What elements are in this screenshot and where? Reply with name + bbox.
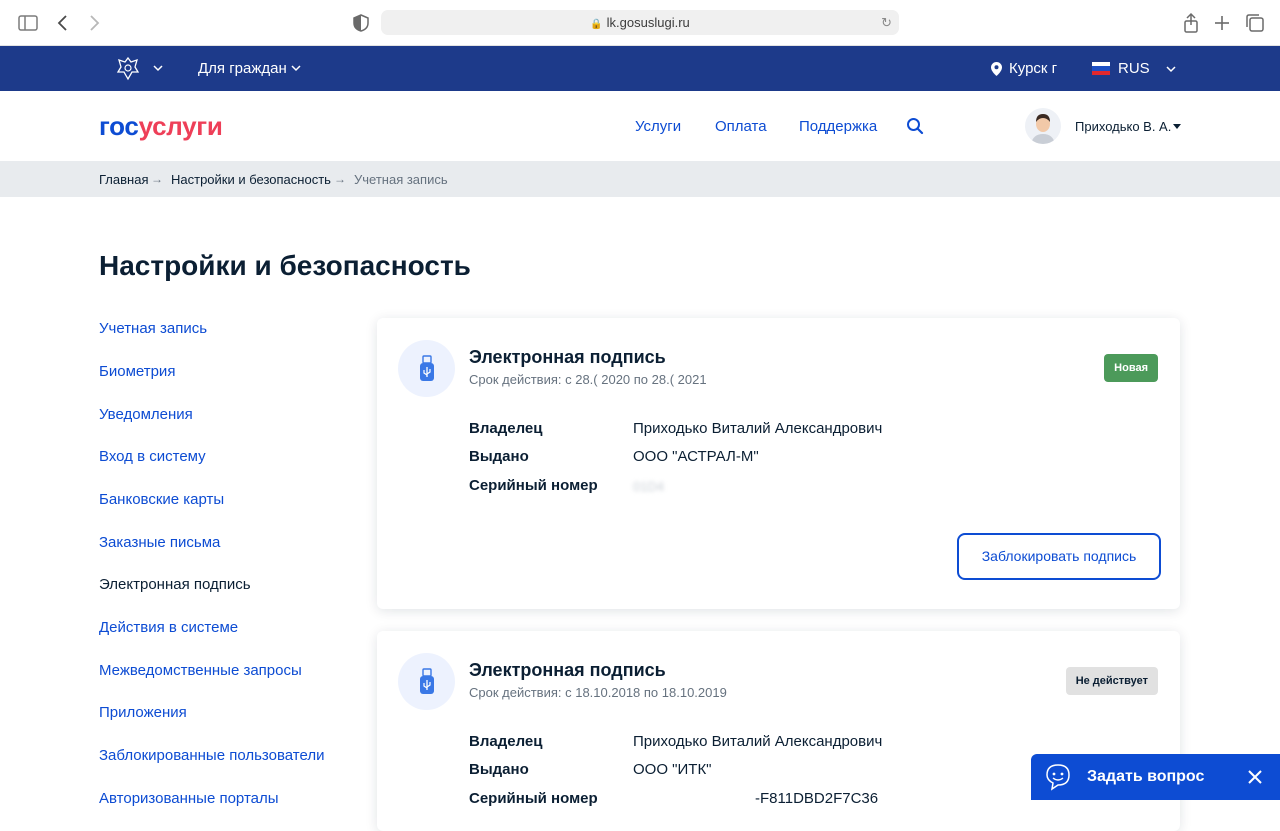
arrow-right-icon: → (334, 172, 346, 186)
assistant-icon (1046, 764, 1070, 791)
breadcrumb-settings[interactable]: Настройки и безопасность (171, 172, 331, 187)
serial-value: -F811DBD2F7C36 (755, 790, 879, 807)
share-icon[interactable] (1180, 12, 1202, 34)
side-item-bank-cards[interactable]: Банковские карты (99, 491, 224, 508)
privacy-shield-icon[interactable] (350, 12, 372, 34)
chevron-down-icon[interactable] (291, 63, 301, 73)
sidebar-toggle-icon[interactable] (17, 12, 39, 34)
chevron-down-icon (1166, 65, 1176, 72)
page-title: Настройки и безопасность (99, 250, 471, 281)
close-icon[interactable] (1246, 768, 1264, 786)
address-bar-url: lk.gosuslugi.ru (606, 15, 690, 30)
side-item-system-actions[interactable]: Действия в системе (99, 619, 238, 636)
new-tab-icon[interactable] (1211, 12, 1233, 34)
serial-value: 01D4 (633, 479, 665, 494)
browser-toolbar: 🔒 lk.gosuslugi.ru ↻ (0, 0, 1280, 46)
russian-flag-icon (1092, 62, 1110, 75)
usb-token-icon (398, 340, 455, 397)
coat-of-arms-icon[interactable] (114, 55, 142, 83)
side-item-login[interactable]: Вход в систему (99, 448, 206, 465)
serial-label: Серийный номер (469, 477, 598, 494)
chevron-down-icon[interactable] (153, 63, 163, 73)
ask-question-widget[interactable]: Задать вопрос (1031, 754, 1280, 800)
gosuslugi-logo[interactable]: госуслуги (99, 111, 223, 142)
forward-icon[interactable] (83, 12, 105, 34)
issuer-value: ООО "ИТК" (633, 761, 712, 778)
site-header: госуслуги Услуги Оплата Поддержка Приход… (0, 91, 1280, 161)
status-badge: Не действует (1065, 667, 1158, 695)
audience-selector[interactable]: Для граждан (198, 60, 287, 77)
status-badge: Новая (1104, 354, 1158, 382)
caret-down-icon[interactable] (1173, 124, 1181, 129)
side-item-interagency-requests[interactable]: Межведомственные запросы (99, 662, 302, 679)
side-item-registered-letters[interactable]: Заказные письма (99, 534, 220, 551)
owner-label: Владелец (469, 420, 543, 437)
nav-payment[interactable]: Оплата (715, 118, 767, 135)
block-signature-button[interactable]: Заблокировать подпись (957, 533, 1161, 580)
nav-services[interactable]: Услуги (635, 118, 681, 135)
breadcrumb-current: Учетная запись (354, 172, 448, 187)
usb-token-icon (398, 653, 455, 710)
arrow-right-icon: → (151, 172, 163, 186)
side-item-biometrics[interactable]: Биометрия (99, 363, 175, 380)
tabs-overview-icon[interactable] (1244, 12, 1266, 34)
address-bar[interactable]: 🔒 lk.gosuslugi.ru ↻ (381, 10, 899, 35)
avatar[interactable] (1025, 108, 1061, 144)
signature-card: Электронная подпись Срок действия: с 18.… (377, 631, 1180, 831)
signature-card: Электронная подпись Срок действия: с 28.… (377, 318, 1180, 609)
owner-value: Приходько Виталий Александрович (633, 733, 883, 750)
location-selector[interactable]: Курск г (991, 60, 1057, 77)
logo-part-gos: гос (99, 111, 139, 141)
side-item-authorized-portals[interactable]: Авторизованные порталы (99, 790, 279, 807)
nav-support[interactable]: Поддержка (799, 118, 877, 135)
back-icon[interactable] (52, 12, 74, 34)
side-item-e-signature[interactable]: Электронная подпись (99, 576, 251, 593)
location-label: Курск г (1009, 60, 1058, 77)
side-item-blocked-users[interactable]: Заблокированные пользователи (99, 747, 324, 764)
issuer-label: Выдано (469, 761, 529, 778)
audience-label: Для граждан (198, 60, 287, 77)
side-item-account[interactable]: Учетная запись (99, 320, 207, 337)
signature-validity: Срок действия: с 18.10.2018 по 18.10.201… (469, 685, 727, 700)
location-pin-icon (991, 61, 1002, 76)
search-icon[interactable] (906, 117, 924, 135)
serial-label: Серийный номер (469, 790, 598, 807)
user-avatar-icon (1031, 114, 1055, 144)
side-item-notifications[interactable]: Уведомления (99, 406, 193, 423)
lock-icon: 🔒 (590, 19, 603, 30)
owner-value: Приходько Виталий Александрович (633, 420, 883, 437)
signature-validity: Срок действия: с 28.( 2020 по 28.( 2021 (469, 372, 707, 387)
owner-label: Владелец (469, 733, 543, 750)
issuer-value: ООО "АСТРАЛ-М" (633, 448, 759, 465)
signature-title: Электронная подпись (469, 660, 666, 680)
logo-part-uslugi: услуги (138, 111, 223, 141)
language-label: RUS (1118, 60, 1150, 77)
ask-question-label: Задать вопрос (1087, 768, 1205, 785)
language-selector[interactable]: RUS (1092, 60, 1176, 77)
signature-title: Электронная подпись (469, 347, 666, 367)
user-name[interactable]: Приходько В. А. (1075, 119, 1171, 134)
side-item-applications[interactable]: Приложения (99, 704, 187, 721)
breadcrumb-home[interactable]: Главная (99, 172, 148, 187)
breadcrumb: Главная → Настройки и безопасность → Уче… (0, 161, 1280, 197)
top-bar: Для граждан Курск г RUS (0, 46, 1280, 91)
reload-icon[interactable]: ↻ (881, 10, 892, 35)
issuer-label: Выдано (469, 448, 529, 465)
